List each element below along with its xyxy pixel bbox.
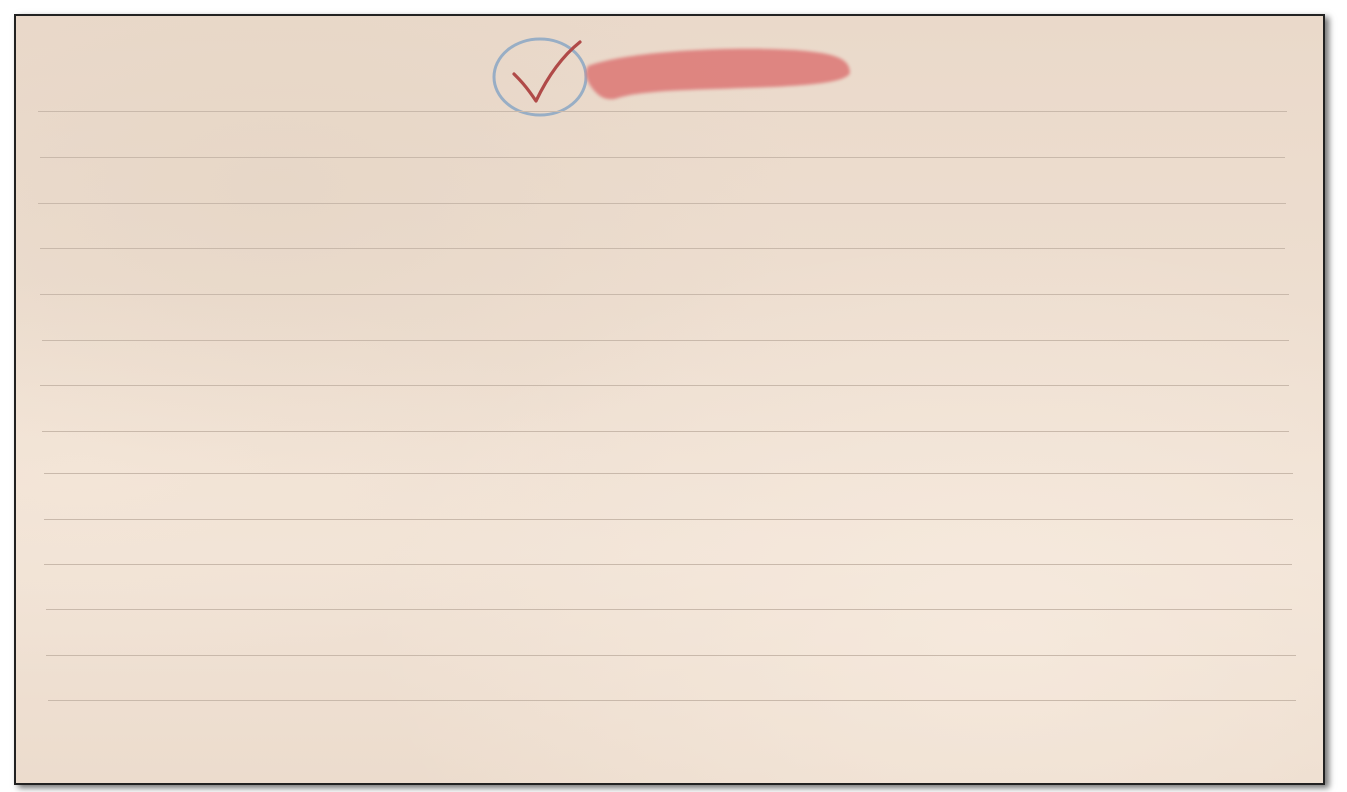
- rule-line: [38, 111, 1287, 112]
- rule-line: [48, 700, 1296, 701]
- circled-checkmark-icon: [492, 37, 588, 117]
- rule-line: [40, 385, 1289, 386]
- rule-line: [38, 203, 1286, 204]
- rule-line: [44, 519, 1293, 520]
- rule-line: [44, 564, 1292, 565]
- rule-line: [46, 609, 1292, 610]
- title-highlight[interactable]: [584, 46, 854, 104]
- rule-line: [40, 248, 1285, 249]
- rule-line: [40, 157, 1285, 158]
- index-card: [14, 14, 1325, 785]
- rule-line: [42, 340, 1289, 341]
- rule-line: [42, 431, 1289, 432]
- rule-line: [46, 655, 1296, 656]
- rule-line: [44, 473, 1293, 474]
- rule-line: [40, 294, 1289, 295]
- completion-checkbox[interactable]: [490, 28, 590, 120]
